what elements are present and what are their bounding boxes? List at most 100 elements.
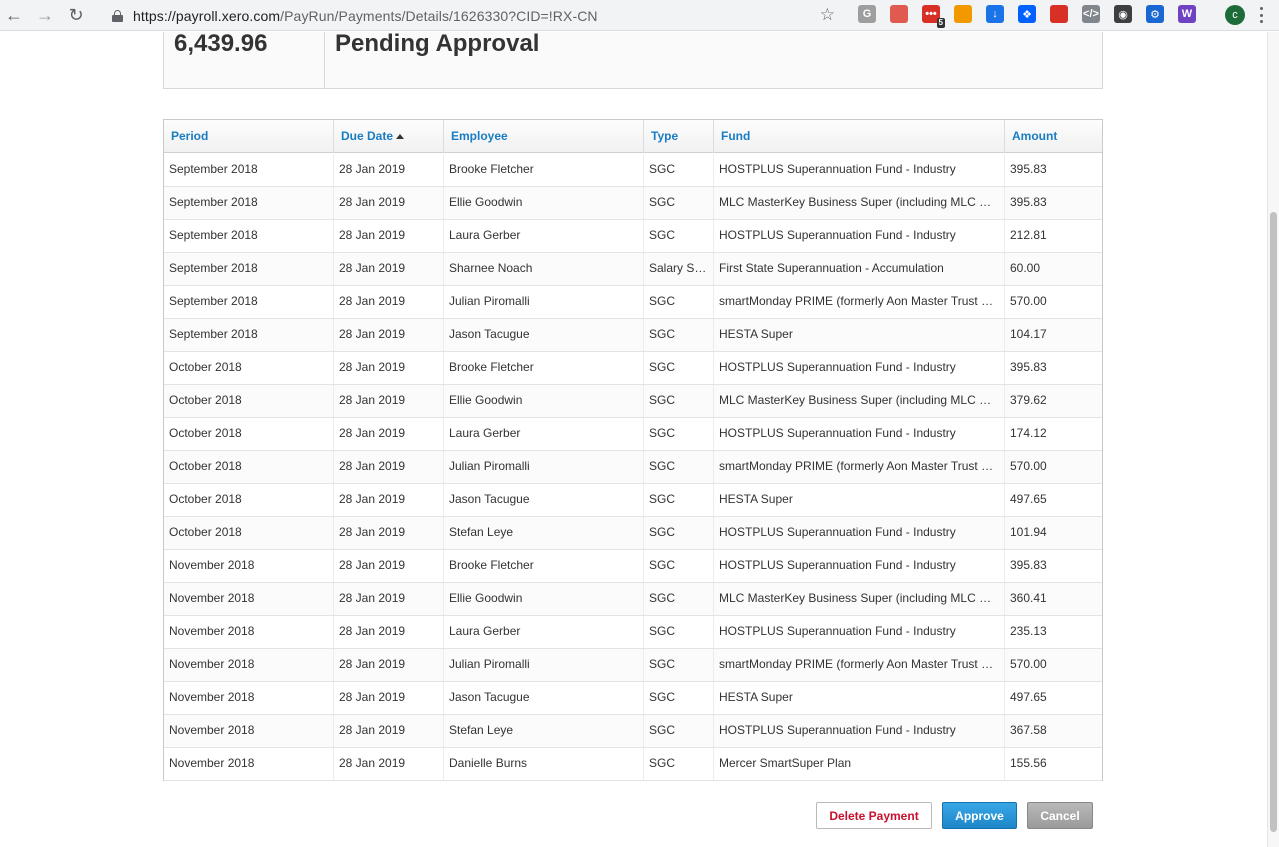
cell-amount: 395.83	[1010, 195, 1047, 209]
cell-type: SGC	[644, 154, 714, 186]
cell-due-date: 28 Jan 2019	[334, 583, 444, 615]
cell-fund: HOSTPLUS Superannuation Fund - Industry	[714, 517, 1005, 549]
cell-employee: Danielle Burns	[444, 748, 644, 780]
red-box-extension-icon[interactable]	[1050, 5, 1068, 23]
extension-badge: 5	[936, 18, 945, 28]
cell-amount: 570.00	[1010, 657, 1047, 671]
table-row[interactable]: November 2018 28 Jan 2019 Laura Gerber SGC H…	[164, 616, 1102, 649]
cell-due-date: 28 Jan 2019	[334, 319, 444, 351]
table-row[interactable]: October 2018 28 Jan 2019 Jason Tacugue SGC H…	[164, 484, 1102, 517]
cell-employee: Jason Tacugue	[444, 319, 644, 351]
table-row[interactable]: October 2018 28 Jan 2019 Ellie Goodwin SGC M…	[164, 385, 1102, 418]
cell-type: SGC	[644, 616, 714, 648]
scrollbar-thumb[interactable]	[1270, 212, 1277, 832]
payment-total: 6,439.96	[174, 30, 268, 57]
page-scrollbar[interactable]	[1267, 32, 1279, 847]
cell-type: SGC	[644, 418, 714, 450]
table-row[interactable]: November 2018 28 Jan 2019 Ellie Goodwin SGC…	[164, 583, 1102, 616]
table-header: Period Due Date Employee Type Fund Amoun…	[164, 120, 1102, 153]
table-row[interactable]: November 2018 28 Jan 2019 Stefan Leye SGC HO…	[164, 715, 1102, 748]
w-extension-icon[interactable]: W	[1178, 5, 1196, 23]
gear-extension-icon[interactable]: ⚙	[1146, 5, 1164, 23]
dropbox-extension-icon[interactable]: ❖	[1018, 5, 1036, 23]
table-row[interactable]: October 2018 28 Jan 2019 Julian Piromalli S…	[164, 451, 1102, 484]
column-header-due-date[interactable]: Due Date	[334, 120, 444, 153]
cell-employee: Stefan Leye	[444, 715, 644, 747]
cell-fund: MLC MasterKey Business Super (including …	[714, 187, 1005, 219]
cell-amount: 570.00	[1010, 459, 1047, 473]
cell-amount: 155.56	[1010, 756, 1047, 770]
cell-due-date: 28 Jan 2019	[334, 385, 444, 417]
cell-period: October 2018	[164, 352, 334, 384]
reload-icon[interactable]: ↻	[65, 4, 87, 26]
cell-type: SGC	[644, 484, 714, 516]
cell-due-date: 28 Jan 2019	[334, 187, 444, 219]
column-header-fund[interactable]: Fund	[714, 120, 1005, 153]
dots-extension-icon[interactable]: ••• 5	[922, 5, 945, 28]
cell-type: SGC	[644, 748, 714, 780]
cell-employee: Brooke Fletcher	[444, 352, 644, 384]
cell-amount: 367.58	[1010, 723, 1047, 737]
rainbow-extension-icon[interactable]	[954, 5, 972, 23]
cell-fund: MLC MasterKey Business Super (including …	[714, 385, 1005, 417]
cell-amount: 212.81	[1010, 228, 1047, 242]
column-header-period[interactable]: Period	[164, 120, 334, 153]
profile-avatar[interactable]: c	[1225, 5, 1245, 25]
cell-due-date: 28 Jan 2019	[334, 484, 444, 516]
table-row[interactable]: November 2018 28 Jan 2019 Brooke Fletcher S…	[164, 550, 1102, 583]
g-extension-icon[interactable]: G	[858, 5, 876, 23]
column-header-type[interactable]: Type	[644, 120, 714, 153]
table-row[interactable]: October 2018 28 Jan 2019 Laura Gerber SGC HO…	[164, 418, 1102, 451]
cell-employee: Ellie Goodwin	[444, 187, 644, 219]
cell-fund: HOSTPLUS Superannuation Fund - Industry	[714, 352, 1005, 384]
cell-period: October 2018	[164, 451, 334, 483]
column-header-amount[interactable]: Amount	[1005, 120, 1101, 153]
arrow-extension-icon[interactable]	[890, 5, 908, 23]
table-row[interactable]: November 2018 28 Jan 2019 Danielle Burns SG…	[164, 748, 1102, 781]
cell-period: September 2018	[164, 154, 334, 186]
bulb-extension-icon[interactable]: ◉	[1114, 5, 1132, 23]
cell-period: November 2018	[164, 649, 334, 681]
table-row[interactable]: October 2018 28 Jan 2019 Stefan Leye SGC HOS…	[164, 517, 1102, 550]
cell-amount: 174.12	[1010, 426, 1047, 440]
table-row[interactable]: September 2018 28 Jan 2019 Laura Gerber SGC…	[164, 220, 1102, 253]
table-row[interactable]: September 2018 28 Jan 2019 Ellie Goodwin SG…	[164, 187, 1102, 220]
cell-due-date: 28 Jan 2019	[334, 286, 444, 318]
cell-amount: 360.41	[1010, 591, 1047, 605]
code-extension-icon[interactable]: </>	[1082, 5, 1100, 23]
table-row[interactable]: September 2018 28 Jan 2019 Brooke Fletcher…	[164, 154, 1102, 187]
cell-employee: Jason Tacugue	[444, 682, 644, 714]
cell-type: SGC	[644, 451, 714, 483]
cell-period: November 2018	[164, 583, 334, 615]
delete-payment-button[interactable]: Delete Payment	[816, 802, 932, 829]
cell-type: SGC	[644, 682, 714, 714]
cell-fund: HOSTPLUS Superannuation Fund - Industry	[714, 550, 1005, 582]
cell-period: October 2018	[164, 484, 334, 516]
back-arrow-icon[interactable]: ←	[3, 4, 25, 26]
cancel-button[interactable]: Cancel	[1027, 802, 1093, 829]
cell-type: Salary S…	[644, 253, 714, 285]
cell-period: September 2018	[164, 187, 334, 219]
lock-icon	[112, 9, 123, 22]
approve-button[interactable]: Approve	[942, 802, 1017, 829]
address-bar[interactable]: https://payroll.xero.com/PayRun/Payments…	[100, 3, 843, 28]
table-row[interactable]: November 2018 28 Jan 2019 Julian Piromalli…	[164, 649, 1102, 682]
cell-type: SGC	[644, 286, 714, 318]
cell-amount: 497.65	[1010, 690, 1047, 704]
cell-fund: HESTA Super	[714, 319, 1005, 351]
summary-divider	[324, 32, 325, 88]
browser-menu-icon[interactable]	[1260, 7, 1264, 23]
bookmark-star-icon[interactable]: ☆	[820, 5, 835, 25]
cell-employee: Ellie Goodwin	[444, 583, 644, 615]
cell-type: SGC	[644, 517, 714, 549]
table-row[interactable]: October 2018 28 Jan 2019 Brooke Fletcher SG…	[164, 352, 1102, 385]
table-row[interactable]: November 2018 28 Jan 2019 Jason Tacugue SGC…	[164, 682, 1102, 715]
table-row[interactable]: September 2018 28 Jan 2019 Jason Tacugue SG…	[164, 319, 1102, 352]
column-header-employee[interactable]: Employee	[444, 120, 644, 153]
table-row[interactable]: September 2018 28 Jan 2019 Sharnee Noach Sa…	[164, 253, 1102, 286]
cell-due-date: 28 Jan 2019	[334, 418, 444, 450]
table-row[interactable]: September 2018 28 Jan 2019 Julian Piromall…	[164, 286, 1102, 319]
download-extension-icon[interactable]: ↓	[986, 5, 1004, 23]
forward-arrow-icon[interactable]: →	[34, 4, 56, 26]
cell-type: SGC	[644, 583, 714, 615]
